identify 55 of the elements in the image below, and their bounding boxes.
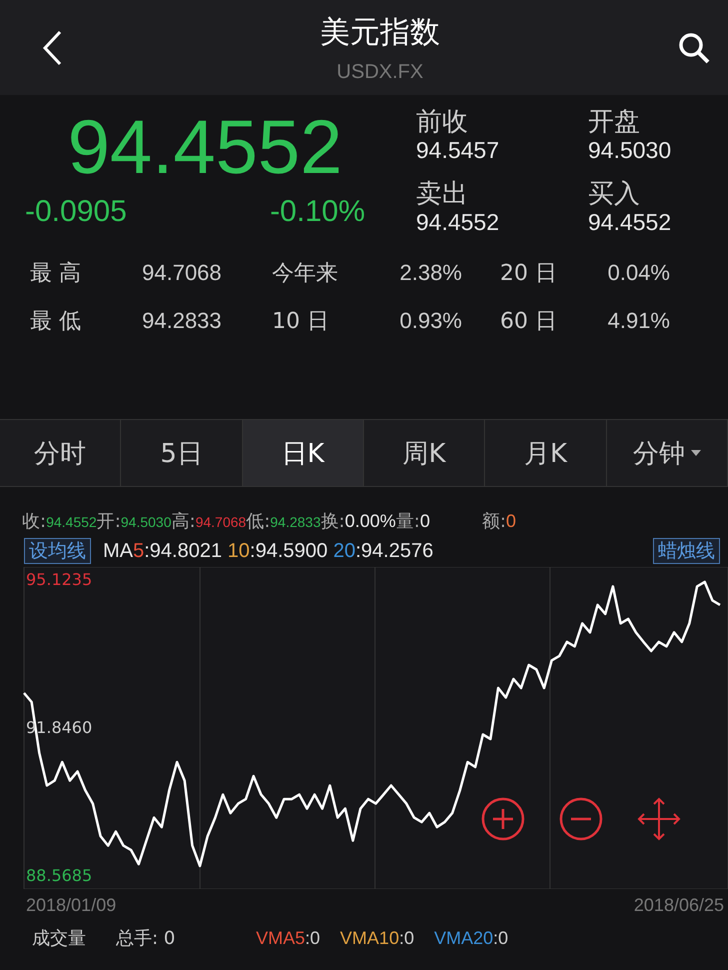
zoom-in-icon[interactable]	[482, 798, 524, 840]
volume-average: VMA20:0	[434, 928, 508, 948]
zoom-out-icon[interactable]	[560, 798, 602, 840]
quote-value: 94.5457	[416, 137, 500, 164]
page-title: 美元指数	[320, 14, 440, 52]
candlestick-button[interactable]: 蜡烛线	[653, 538, 720, 564]
volume-average: VMA5:0	[256, 928, 320, 948]
ohlc-item: 低:94.2833	[246, 510, 321, 533]
ohlc-item: 开:94.5030	[96, 510, 172, 533]
total-volume: 总手: 0	[116, 927, 176, 950]
stat-value: 94.7068	[142, 260, 223, 286]
stat-value: 0.04%	[606, 260, 670, 286]
quote-value: 94.4552	[416, 209, 500, 236]
stat-label: 最 高	[30, 260, 82, 288]
stat-label: 10 日	[272, 308, 330, 336]
stat-label: 20 日	[500, 260, 558, 288]
caret-icon	[690, 450, 701, 456]
quote-label: 买入	[588, 179, 641, 209]
chart-tab[interactable]: 周K	[364, 420, 486, 486]
chart-tab[interactable]: 分时	[0, 420, 122, 486]
fullscreen-icon[interactable]	[638, 798, 680, 840]
search-icon[interactable]	[678, 32, 710, 64]
percent-change: -0.10%	[270, 195, 365, 229]
quote-label: 卖出	[416, 179, 469, 209]
stat-label: 60 日	[500, 308, 558, 336]
quote-label: 前收	[416, 107, 469, 137]
start-date: 2018/01/09	[26, 895, 116, 917]
price-change: -0.0905	[25, 195, 127, 229]
chart-tab[interactable]: 日K	[242, 420, 364, 486]
moving-average-values: MA5:94.8021 10:94.5900 20:94.2576	[103, 540, 434, 562]
axis-label: 88.5685	[26, 866, 92, 886]
moving-average-button[interactable]: 设均线	[24, 538, 91, 564]
chart-tab[interactable]: 分钟	[606, 420, 728, 486]
current-price: 94.4552	[68, 107, 342, 189]
stat-label: 最 低	[30, 308, 82, 336]
ohlc-item: 高:94.7068	[171, 510, 246, 533]
stat-value: 0.93%	[398, 308, 462, 334]
axis-label: 95.1235	[26, 570, 92, 589]
ohlc-item: 换:0.00%	[320, 510, 396, 533]
stat-value: 2.38%	[398, 260, 462, 286]
symbol-code: USDX.FX	[336, 60, 424, 84]
quote-value: 94.5030	[588, 137, 672, 164]
quote-label: 开盘	[588, 107, 641, 137]
ohlc-item: 量:0	[396, 510, 430, 533]
stat-value: 94.2833	[142, 308, 223, 334]
stat-label: 今年来	[272, 260, 339, 288]
chart-tab[interactable]: 月K	[485, 420, 607, 486]
back-icon[interactable]	[42, 30, 62, 66]
volume-average: VMA10:0	[340, 928, 414, 948]
ohlc-item: 额:0	[482, 510, 516, 533]
ohlc-item: 收:94.4552	[22, 510, 97, 533]
quote-value: 94.4552	[588, 209, 672, 236]
stat-value: 4.91%	[606, 308, 670, 334]
volume-label: 成交量	[32, 927, 86, 950]
end-date: 2018/06/25	[634, 895, 724, 917]
